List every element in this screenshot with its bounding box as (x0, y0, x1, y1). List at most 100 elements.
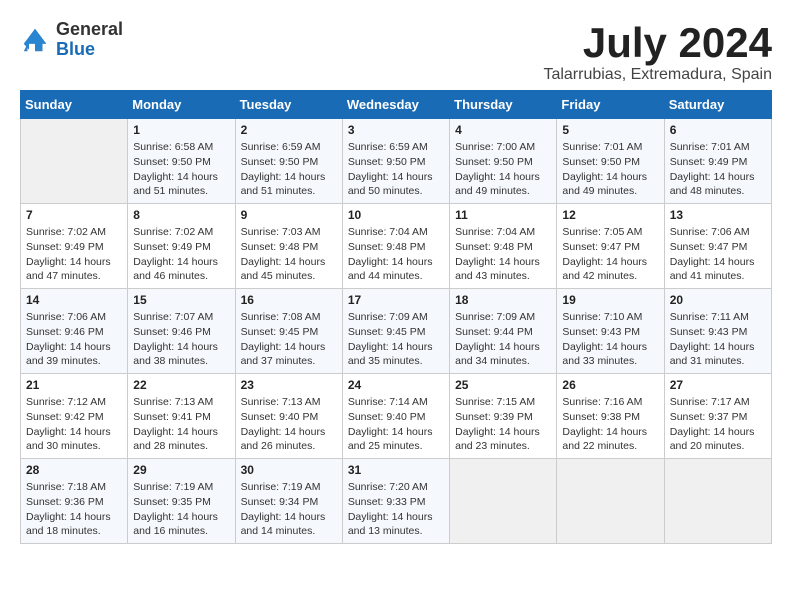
logo-text: General Blue (56, 20, 123, 60)
calendar-cell: 7 Sunrise: 7:02 AMSunset: 9:49 PMDaylight… (21, 204, 128, 289)
day-number: 12 (562, 208, 658, 222)
day-number: 16 (241, 293, 337, 307)
calendar-cell: 1 Sunrise: 6:58 AMSunset: 9:50 PMDaylight… (128, 119, 235, 204)
day-info: Sunrise: 7:00 AMSunset: 9:50 PMDaylight:… (455, 140, 551, 199)
calendar-cell: 27 Sunrise: 7:17 AMSunset: 9:37 PMDayligh… (664, 374, 771, 459)
day-number: 17 (348, 293, 444, 307)
logo-blue: Blue (56, 40, 123, 60)
calendar-week-2: 7 Sunrise: 7:02 AMSunset: 9:49 PMDaylight… (21, 204, 772, 289)
calendar-cell: 18Sunrise: 7:09 AMSunset: 9:44 PMDayligh… (450, 289, 557, 374)
day-number: 25 (455, 378, 551, 392)
day-info: Sunrise: 7:19 AMSunset: 9:34 PMDaylight:… (241, 480, 337, 539)
calendar-cell: 11 Sunrise: 7:04 AMSunset: 9:48 PMDayligh… (450, 204, 557, 289)
day-info: Sunrise: 6:58 AMSunset: 9:50 PMDaylight:… (133, 140, 229, 199)
weekday-header-monday: Monday (128, 91, 235, 119)
calendar-cell: 26 Sunrise: 7:16 AMSunset: 9:38 PMDayligh… (557, 374, 664, 459)
calendar-cell: 13Sunrise: 7:06 AMSunset: 9:47 PMDayligh… (664, 204, 771, 289)
day-info: Sunrise: 7:04 AMSunset: 9:48 PMDaylight:… (455, 225, 551, 284)
day-number: 30 (241, 463, 337, 477)
title-block: July 2024 Talarrubias, Extremadura, Spai… (543, 20, 772, 84)
day-number: 27 (670, 378, 766, 392)
calendar-cell: 14Sunrise: 7:06 AMSunset: 9:46 PMDayligh… (21, 289, 128, 374)
day-info: Sunrise: 7:02 AMSunset: 9:49 PMDaylight:… (26, 225, 122, 284)
day-info: Sunrise: 7:11 AMSunset: 9:43 PMDaylight:… (670, 310, 766, 369)
day-number: 19 (562, 293, 658, 307)
day-number: 3 (348, 123, 444, 137)
weekday-header-thursday: Thursday (450, 91, 557, 119)
calendar-cell: 6 Sunrise: 7:01 AMSunset: 9:49 PMDaylight… (664, 119, 771, 204)
calendar-cell: 16Sunrise: 7:08 AMSunset: 9:45 PMDayligh… (235, 289, 342, 374)
day-info: Sunrise: 7:03 AMSunset: 9:48 PMDaylight:… (241, 225, 337, 284)
logo-icon (20, 25, 50, 55)
calendar-week-4: 21Sunrise: 7:12 AMSunset: 9:42 PMDayligh… (21, 374, 772, 459)
day-info: Sunrise: 7:19 AMSunset: 9:35 PMDaylight:… (133, 480, 229, 539)
weekday-header-saturday: Saturday (664, 91, 771, 119)
day-number: 20 (670, 293, 766, 307)
day-info: Sunrise: 7:13 AMSunset: 9:40 PMDaylight:… (241, 395, 337, 454)
logo-general: General (56, 20, 123, 40)
day-info: Sunrise: 7:17 AMSunset: 9:37 PMDaylight:… (670, 395, 766, 454)
weekday-row: SundayMondayTuesdayWednesdayThursdayFrid… (21, 91, 772, 119)
day-info: Sunrise: 7:14 AMSunset: 9:40 PMDaylight:… (348, 395, 444, 454)
calendar-cell (664, 459, 771, 544)
calendar-cell: 8Sunrise: 7:02 AMSunset: 9:49 PMDaylight… (128, 204, 235, 289)
day-info: Sunrise: 7:02 AMSunset: 9:49 PMDaylight:… (133, 225, 229, 284)
day-info: Sunrise: 7:20 AMSunset: 9:33 PMDaylight:… (348, 480, 444, 539)
weekday-header-friday: Friday (557, 91, 664, 119)
day-number: 7 (26, 208, 122, 222)
day-number: 26 (562, 378, 658, 392)
calendar-cell (557, 459, 664, 544)
calendar-cell: 29Sunrise: 7:19 AMSunset: 9:35 PMDayligh… (128, 459, 235, 544)
day-info: Sunrise: 7:15 AMSunset: 9:39 PMDaylight:… (455, 395, 551, 454)
day-number: 4 (455, 123, 551, 137)
calendar-week-3: 14Sunrise: 7:06 AMSunset: 9:46 PMDayligh… (21, 289, 772, 374)
calendar-cell: 24 Sunrise: 7:14 AMSunset: 9:40 PMDayligh… (342, 374, 449, 459)
day-number: 22 (133, 378, 229, 392)
day-number: 10 (348, 208, 444, 222)
day-number: 2 (241, 123, 337, 137)
day-info: Sunrise: 6:59 AMSunset: 9:50 PMDaylight:… (241, 140, 337, 199)
calendar-cell: 4 Sunrise: 7:00 AMSunset: 9:50 PMDaylight… (450, 119, 557, 204)
day-number: 1 (133, 123, 229, 137)
calendar-cell: 2 Sunrise: 6:59 AMSunset: 9:50 PMDaylight… (235, 119, 342, 204)
calendar-week-1: 1 Sunrise: 6:58 AMSunset: 9:50 PMDaylight… (21, 119, 772, 204)
weekday-header-tuesday: Tuesday (235, 91, 342, 119)
day-number: 6 (670, 123, 766, 137)
day-info: Sunrise: 7:09 AMSunset: 9:45 PMDaylight:… (348, 310, 444, 369)
calendar-cell: 21Sunrise: 7:12 AMSunset: 9:42 PMDayligh… (21, 374, 128, 459)
day-info: Sunrise: 7:01 AMSunset: 9:49 PMDaylight:… (670, 140, 766, 199)
day-number: 5 (562, 123, 658, 137)
day-number: 11 (455, 208, 551, 222)
logo: General Blue (20, 20, 123, 60)
day-info: Sunrise: 7:18 AMSunset: 9:36 PMDaylight:… (26, 480, 122, 539)
calendar-cell: 28 Sunrise: 7:18 AMSunset: 9:36 PMDayligh… (21, 459, 128, 544)
day-info: Sunrise: 6:59 AMSunset: 9:50 PMDaylight:… (348, 140, 444, 199)
day-number: 24 (348, 378, 444, 392)
calendar-cell: 22 Sunrise: 7:13 AMSunset: 9:41 PMDayligh… (128, 374, 235, 459)
day-number: 28 (26, 463, 122, 477)
calendar-cell: 20 Sunrise: 7:11 AMSunset: 9:43 PMDayligh… (664, 289, 771, 374)
calendar-cell: 9Sunrise: 7:03 AMSunset: 9:48 PMDaylight… (235, 204, 342, 289)
calendar-cell: 23 Sunrise: 7:13 AMSunset: 9:40 PMDayligh… (235, 374, 342, 459)
day-info: Sunrise: 7:12 AMSunset: 9:42 PMDaylight:… (26, 395, 122, 454)
location-title: Talarrubias, Extremadura, Spain (543, 66, 772, 84)
calendar-cell: 15Sunrise: 7:07 AMSunset: 9:46 PMDayligh… (128, 289, 235, 374)
day-info: Sunrise: 7:05 AMSunset: 9:47 PMDaylight:… (562, 225, 658, 284)
day-number: 23 (241, 378, 337, 392)
calendar-cell: 25 Sunrise: 7:15 AMSunset: 9:39 PMDayligh… (450, 374, 557, 459)
calendar-cell: 10 Sunrise: 7:04 AMSunset: 9:48 PMDayligh… (342, 204, 449, 289)
calendar-cell: 5 Sunrise: 7:01 AMSunset: 9:50 PMDaylight… (557, 119, 664, 204)
day-number: 18 (455, 293, 551, 307)
calendar-table: SundayMondayTuesdayWednesdayThursdayFrid… (20, 90, 772, 544)
page-header: General Blue July 2024 Talarrubias, Extr… (20, 20, 772, 84)
calendar-cell (21, 119, 128, 204)
day-info: Sunrise: 7:04 AMSunset: 9:48 PMDaylight:… (348, 225, 444, 284)
day-info: Sunrise: 7:01 AMSunset: 9:50 PMDaylight:… (562, 140, 658, 199)
day-number: 13 (670, 208, 766, 222)
calendar-cell (450, 459, 557, 544)
calendar-cell: 19Sunrise: 7:10 AMSunset: 9:43 PMDayligh… (557, 289, 664, 374)
calendar-header: SundayMondayTuesdayWednesdayThursdayFrid… (21, 91, 772, 119)
calendar-cell: 12 Sunrise: 7:05 AMSunset: 9:47 PMDayligh… (557, 204, 664, 289)
day-info: Sunrise: 7:16 AMSunset: 9:38 PMDaylight:… (562, 395, 658, 454)
day-info: Sunrise: 7:13 AMSunset: 9:41 PMDaylight:… (133, 395, 229, 454)
